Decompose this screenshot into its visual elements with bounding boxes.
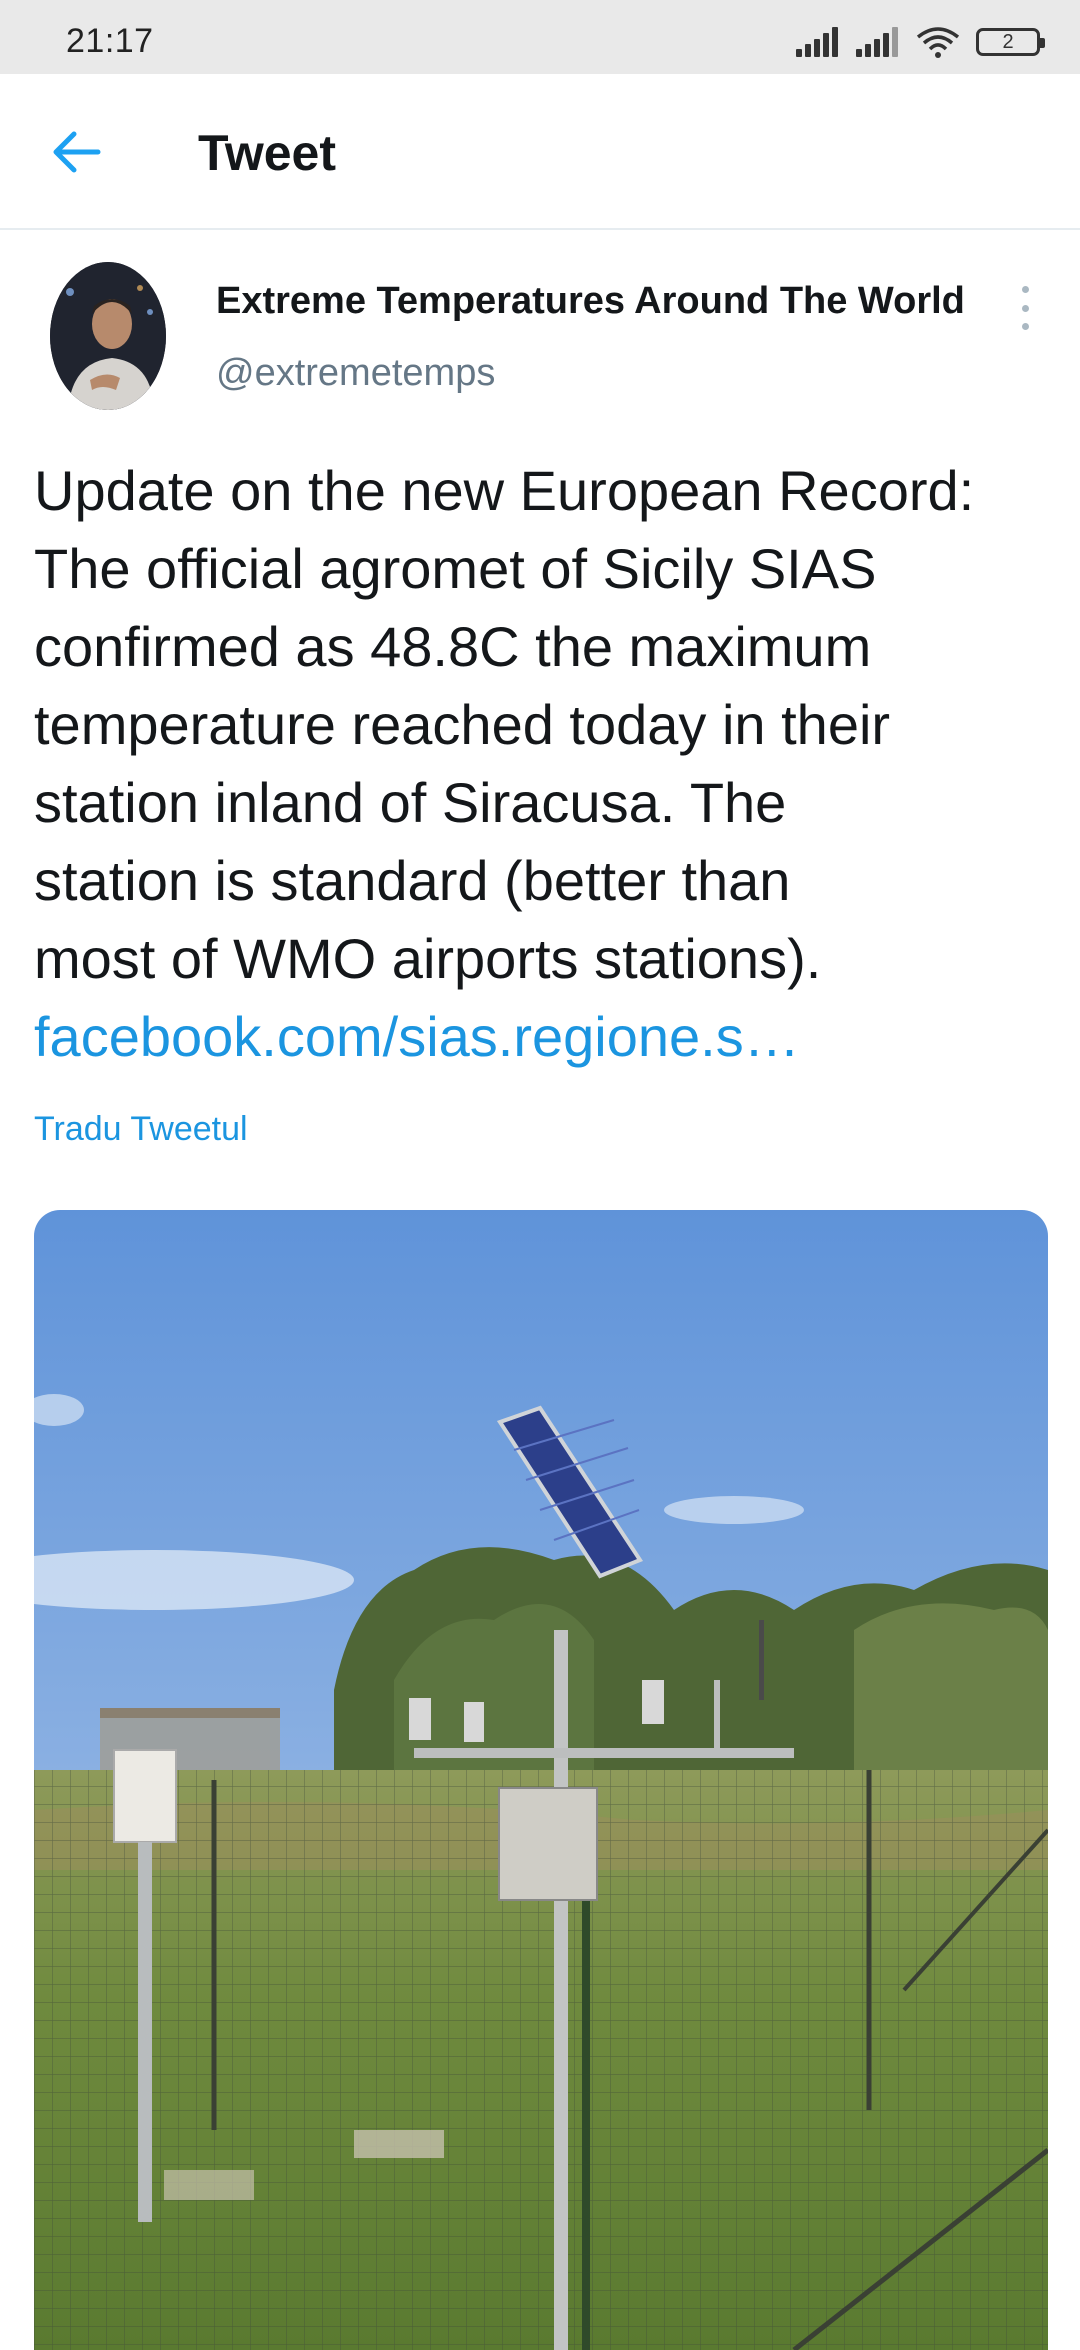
tweet-text-line: most of WMO airports stations). — [34, 927, 822, 990]
tweet-link[interactable]: facebook.com/sias.regione.s… — [34, 998, 1054, 1076]
status-bar: 21:17 2 — [0, 0, 1080, 74]
author-handle[interactable]: @extremetemps — [216, 352, 495, 395]
author-name[interactable]: Extreme Temperatures Around The World — [216, 280, 965, 323]
tweet-text-line: The official agromet of Sicily SIAS — [34, 537, 877, 600]
tweet-text-line: Update on the new European Record: — [34, 459, 975, 522]
status-time: 21:17 — [66, 22, 154, 60]
battery-icon: 2 — [976, 28, 1045, 56]
signal-icon — [796, 27, 840, 57]
avatar[interactable] — [50, 262, 166, 410]
translate-tweet-link[interactable]: Tradu Tweetul — [34, 1110, 248, 1149]
signal-icon — [856, 27, 900, 57]
tweet-photo[interactable] — [34, 1210, 1048, 2350]
status-icons: 2 — [796, 22, 1045, 62]
more-options-icon[interactable] — [1010, 286, 1040, 330]
tweet-text-line: station inland of Siracusa. The — [34, 771, 787, 834]
wifi-icon — [916, 27, 960, 58]
tweet-text-line: temperature reached today in their — [34, 693, 891, 756]
app-header: Tweet — [0, 74, 1080, 230]
tweet-text: Update on the new European Record: The o… — [34, 452, 1054, 1076]
page-title: Tweet — [198, 125, 336, 181]
tweet-text-line: station is standard (better than — [34, 849, 791, 912]
tweet-text-line: confirmed as 48.8C the maximum — [34, 615, 872, 678]
arrow-left-icon[interactable] — [46, 122, 106, 182]
